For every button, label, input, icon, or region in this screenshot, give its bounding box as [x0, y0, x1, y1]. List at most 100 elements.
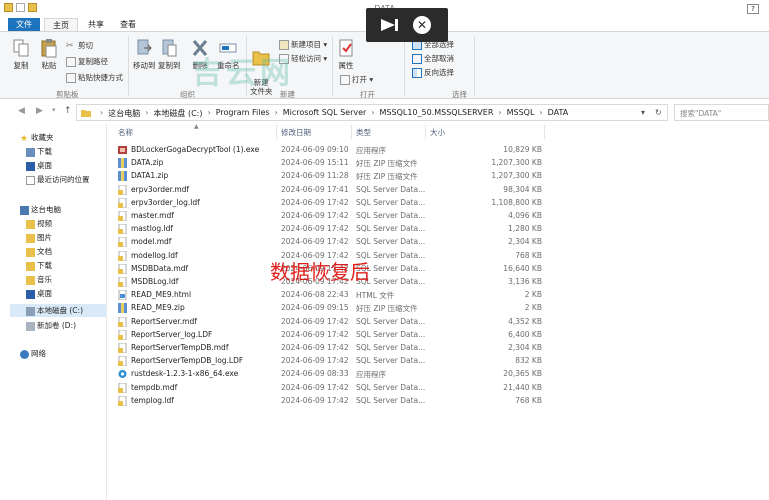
crumb-sql-server[interactable]: Microsoft SQL Server [283, 108, 367, 119]
nav-label: 新加卷 (D:) [37, 321, 77, 330]
copy-path-button[interactable]: 复制路径 [66, 56, 108, 67]
column-divider[interactable] [276, 125, 277, 139]
crumb-this-pc[interactable]: 这台电脑 [108, 108, 140, 119]
nav-favorites[interactable]: ★ 收藏夹 [20, 132, 54, 144]
file-name: READ_ME9.zip [131, 303, 185, 313]
file-row[interactable]: erpv3order.mdf 2024-06-09 17:41 SQL Server… [108, 184, 769, 197]
nav-local-c[interactable]: 本地磁盘 (C:) [26, 305, 83, 316]
column-divider[interactable] [351, 125, 352, 139]
nav-downloads[interactable]: 下载 [26, 146, 52, 157]
paste-icon [41, 39, 57, 58]
invert-selection-button[interactable]: 反向选择 [412, 67, 454, 78]
select-none-button[interactable]: 全部取消 [412, 53, 454, 64]
nav-recent[interactable]: 最近访问的位置 [26, 174, 90, 185]
tab-view[interactable]: 查看 [112, 18, 144, 32]
file-size: 2 KB [524, 290, 542, 300]
column-name[interactable]: 名称 [118, 127, 133, 138]
nav-pictures[interactable]: 图片 [26, 232, 52, 243]
nav-new-d[interactable]: 新加卷 (D:) [26, 320, 76, 331]
column-date[interactable]: 修改日期 [281, 127, 311, 138]
file-row[interactable]: rustdesk-1.2.3-1-x86_64.exe 2024-06-09 08… [108, 368, 769, 381]
group-select-label: 选择 [452, 90, 467, 99]
file-row[interactable]: tempdb.mdf 2024-06-09 17:42 SQL Server Dat… [108, 382, 769, 395]
up-arrow-icon[interactable]: ↑ [64, 106, 72, 116]
collapse-arrow-icon[interactable] [378, 16, 400, 34]
nav-documents[interactable]: 文档 [26, 246, 52, 257]
paste-shortcut-button[interactable]: 粘贴快捷方式 [66, 72, 123, 83]
file-row[interactable]: ReportServer.mdf 2024-06-09 17:42 SQL Serv… [108, 316, 769, 329]
refresh-icon[interactable]: ↻ [655, 108, 662, 117]
file-size: 768 KB [515, 395, 542, 405]
tab-share[interactable]: 共享 [80, 18, 112, 32]
nav-label: 桌面 [37, 289, 52, 298]
nav-videos[interactable]: 视频 [26, 218, 52, 229]
properties-button[interactable]: 属性 [337, 38, 355, 71]
nav-music[interactable]: 音乐 [26, 274, 52, 285]
invert-selection-icon [412, 68, 422, 78]
nav-label: 本地磁盘 (C:) [37, 306, 83, 315]
nav-desktop-pc[interactable]: 桌面 [26, 288, 52, 299]
address-dropdown-icon[interactable]: ▾ [641, 108, 645, 117]
file-row[interactable]: DATA1.zip 2024-06-09 11:28 好压 ZIP 压缩文件 1,20… [108, 170, 769, 183]
file-row[interactable]: MSDBData.mdf 2024-06-09 17:42 SQL Server D… [108, 263, 769, 276]
file-row[interactable]: model.mdf 2024-06-09 17:42 SQL Server Data… [108, 236, 769, 249]
crumb-data[interactable]: DATA [548, 108, 569, 119]
forward-arrow-icon[interactable]: ▶ [36, 106, 43, 116]
file-row[interactable]: READ_ME9.zip 2024-06-09 09:15 好压 ZIP 压缩文件 2… [108, 302, 769, 315]
crumb-program-files[interactable]: Program Files [216, 108, 270, 119]
nav-label: 音乐 [37, 275, 52, 284]
column-type[interactable]: 类型 [356, 127, 371, 138]
file-row[interactable]: BDLockerGogaDecryptTool (1).exe 2024-06-0… [108, 144, 769, 157]
column-divider[interactable] [425, 125, 426, 139]
nav-label: 网络 [31, 349, 46, 358]
database-file-icon [118, 356, 127, 367]
nav-label: 桌面 [37, 161, 52, 170]
file-row[interactable]: READ_ME9.html 2024-06-08 22:43 HTML 文件 2 KB [108, 289, 769, 302]
file-row[interactable]: MSDBLog.ldf 2024-06-09 17:42 SQL Server Da… [108, 276, 769, 289]
nav-network[interactable]: 网络 [20, 348, 46, 359]
file-size: 6,400 KB [508, 329, 542, 339]
nav-this-pc[interactable]: 这台电脑 [20, 204, 61, 215]
file-row[interactable]: modellog.ldf 2024-06-09 17:42 SQL Server D… [108, 250, 769, 263]
nav-downloads-pc[interactable]: 下载 [26, 260, 52, 271]
file-row[interactable]: templog.ldf 2024-06-09 17:42 SQL Server Da… [108, 395, 769, 408]
file-size: 16,640 KB [503, 263, 542, 273]
move-to-button[interactable]: 移动到 [133, 38, 156, 71]
paste-button[interactable]: 粘贴 [40, 38, 58, 71]
crumb-mssql[interactable]: MSSQL [507, 108, 535, 119]
crumb-local-c[interactable]: 本地磁盘 (C:) [153, 108, 202, 119]
search-input[interactable]: 搜索"DATA" [674, 104, 769, 121]
file-row[interactable]: ReportServerTempDB_log.LDF 2024-06-09 17:… [108, 355, 769, 368]
file-size: 1,207,300 KB [491, 158, 542, 168]
file-row[interactable]: master.mdf 2024-06-09 17:42 SQL Server Dat… [108, 210, 769, 223]
open-label: 打开 [352, 75, 367, 84]
file-row[interactable]: ReportServerTempDB.mdf 2024-06-09 17:42 SQ… [108, 342, 769, 355]
file-type: SQL Server Data... [356, 356, 426, 366]
copy-to-button[interactable]: 复制到 [158, 38, 181, 71]
address-bar[interactable]: › 这台电脑 › 本地磁盘 (C:) › Program Files › Mic… [76, 104, 668, 121]
cut-button[interactable]: ✂ 剪切 [66, 40, 93, 51]
copy-button[interactable]: 复制 [12, 38, 30, 71]
crumb-instance[interactable]: MSSQL10_50.MSSQLSERVER [380, 108, 494, 119]
file-row[interactable]: DATA.zip 2024-06-09 15:11 好压 ZIP 压缩文件 1,207… [108, 157, 769, 170]
nav-desktop[interactable]: 桌面 [26, 160, 52, 171]
music-folder-icon [26, 275, 35, 285]
file-row[interactable]: ReportServer_log.LDF 2024-06-09 17:42 SQL … [108, 329, 769, 342]
file-date: 2024-06-09 09:15 [281, 303, 349, 313]
file-row[interactable]: erpv3order_log.ldf 2024-06-09 17:42 SQL Se… [108, 197, 769, 210]
tab-home[interactable]: 主页 [44, 18, 78, 32]
help-button[interactable]: ? [747, 4, 759, 14]
recent-places-icon [26, 175, 35, 185]
back-arrow-icon[interactable]: ◀ [18, 106, 25, 116]
open-button[interactable]: 打开 ▾ [340, 74, 373, 85]
tab-file[interactable]: 文件 [8, 18, 40, 32]
pictures-folder-icon [26, 233, 35, 243]
file-row[interactable]: mastlog.ldf 2024-06-09 17:42 SQL Server Da… [108, 223, 769, 236]
recent-dropdown-icon[interactable]: ▾ [52, 106, 56, 114]
group-open-label: 打开 [360, 90, 375, 99]
column-divider[interactable] [544, 125, 545, 139]
database-file-icon [118, 250, 127, 261]
close-circle-icon[interactable]: ✕ [413, 16, 431, 34]
file-type: HTML 文件 [356, 291, 395, 301]
column-size[interactable]: 大小 [430, 127, 445, 138]
